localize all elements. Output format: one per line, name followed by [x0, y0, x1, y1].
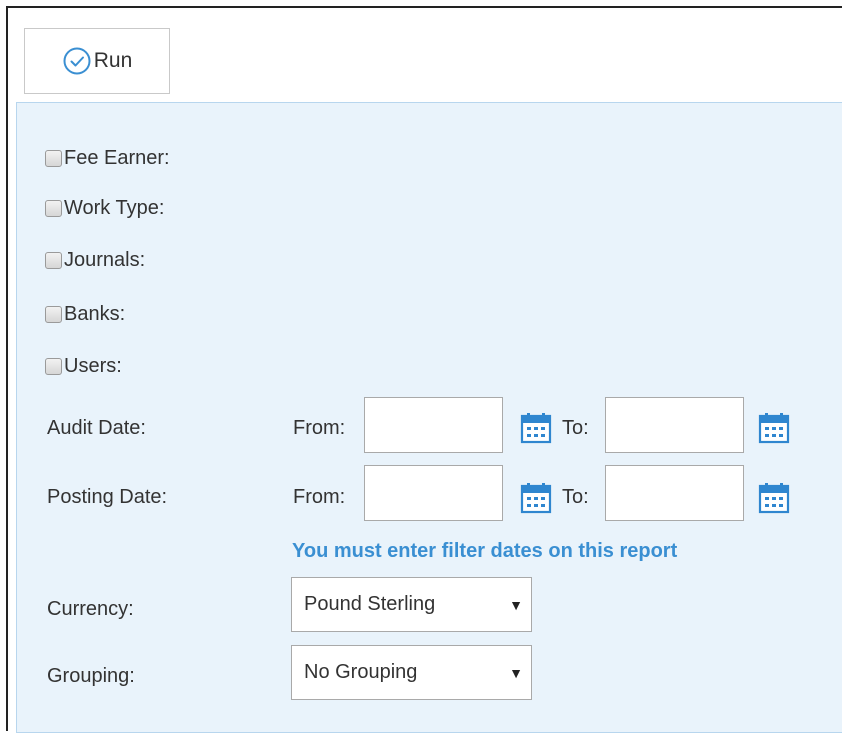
filter-row-users: Users: [45, 347, 122, 377]
audit-date-from-label: From: [293, 417, 346, 439]
journals-label: Journals: [64, 249, 146, 271]
users-label: Users: [64, 355, 122, 377]
chevron-down-icon: ▼ [509, 596, 523, 613]
banks-label: Banks: [64, 303, 126, 325]
grouping-label: Grouping: [47, 665, 135, 687]
audit-date-to-label: To: [562, 417, 589, 439]
journals-checkbox[interactable] [45, 252, 62, 269]
posting-date-from-input[interactable] [364, 465, 503, 521]
posting-date-to-calendar-icon[interactable] [757, 481, 791, 515]
posting-date-label: Posting Date: [47, 486, 168, 508]
check-circle-icon [63, 47, 91, 75]
filter-panel: Fee Earner: Work Type: Journals: Banks: … [16, 102, 842, 733]
currency-label: Currency: [47, 598, 134, 620]
filter-row-work-type: Work Type: [45, 189, 164, 219]
run-button[interactable]: Run [24, 28, 170, 94]
audit-date-from-calendar-icon[interactable] [519, 411, 553, 445]
currency-select[interactable]: Pound Sterling ▼ [291, 577, 532, 632]
work-type-label: Work Type: [64, 197, 165, 219]
work-type-checkbox[interactable] [45, 200, 62, 217]
fee-earner-checkbox[interactable] [45, 150, 62, 167]
audit-date-from-input[interactable] [364, 397, 503, 453]
users-checkbox[interactable] [45, 358, 62, 375]
posting-date-to-label: To: [562, 486, 589, 508]
audit-date-to-calendar-icon[interactable] [757, 411, 791, 445]
filter-dates-warning: You must enter filter dates on this repo… [292, 540, 678, 562]
banks-checkbox[interactable] [45, 306, 62, 323]
currency-select-value: Pound Sterling [304, 593, 436, 615]
grouping-select[interactable]: No Grouping ▼ [291, 645, 532, 700]
report-frame: Run Fee Earner: Work Type: Journals: Ban… [6, 6, 842, 733]
posting-date-from-label: From: [293, 486, 346, 508]
posting-date-from-calendar-icon[interactable] [519, 481, 553, 515]
posting-date-to-input[interactable] [605, 465, 744, 521]
grouping-select-value: No Grouping [304, 661, 418, 683]
run-button-label: Run [93, 49, 133, 72]
filter-row-banks: Banks: [45, 295, 125, 325]
filter-row-journals: Journals: [45, 241, 145, 271]
chevron-down-icon: ▼ [509, 664, 523, 681]
audit-date-to-input[interactable] [605, 397, 744, 453]
audit-date-label: Audit Date: [47, 417, 146, 439]
filter-row-fee-earner: Fee Earner: [45, 139, 170, 169]
fee-earner-label: Fee Earner: [64, 147, 170, 169]
